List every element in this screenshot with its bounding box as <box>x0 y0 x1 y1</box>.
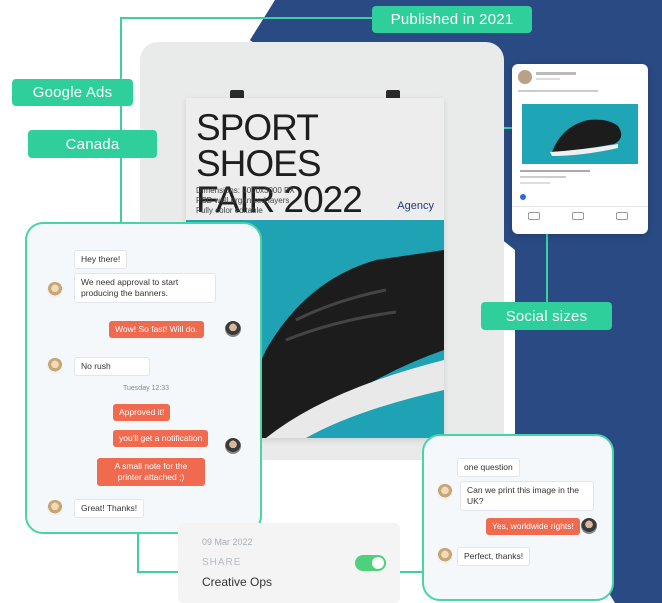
chat-message: Hey there! <box>74 250 128 269</box>
text-placeholder <box>520 170 590 172</box>
share-date: 09 Mar 2022 <box>202 537 253 547</box>
poster-meta-line: PSD well organized layers <box>196 196 290 205</box>
poster-meta-line: Fully color editable <box>196 206 263 215</box>
share-card[interactable]: 09 Mar 2022 SHARE Creative Ops <box>178 523 400 603</box>
chat-message: you'll get a notification <box>113 430 209 447</box>
like-button-icon[interactable] <box>528 212 540 220</box>
tag-published: Published in 2021 <box>372 6 532 33</box>
chat-message: Can we print this image in the UK? <box>460 481 594 511</box>
comment-button-icon[interactable] <box>572 212 584 220</box>
social-image <box>522 104 638 164</box>
text-placeholder <box>520 182 550 184</box>
like-icon <box>520 194 526 200</box>
chat-message: Approved it! <box>113 404 171 421</box>
social-post-preview[interactable] <box>512 64 648 234</box>
text-placeholder <box>518 90 598 92</box>
avatar <box>225 438 241 454</box>
connector-line <box>120 17 122 222</box>
poster-meta-line: Dimensions: 4000x3000 PX <box>196 186 295 195</box>
chat-message: Perfect, thanks! <box>457 547 531 566</box>
share-toggle[interactable] <box>355 555 386 571</box>
text-placeholder <box>536 78 560 80</box>
share-action: SHARE <box>202 557 242 568</box>
avatar <box>437 484 453 500</box>
chat-message: one question <box>457 458 520 477</box>
chat-panel: one question Can we print this image in … <box>422 434 614 601</box>
chat-message: We need approval to start producing the … <box>74 273 216 303</box>
connector-line <box>137 571 179 573</box>
chat-message: Yes, worldwide rights! <box>486 518 580 535</box>
chat-message: A small note for the printer attached ;) <box>97 458 205 486</box>
text-placeholder <box>536 72 576 75</box>
poster-meta: Dimensions: 4000x3000 PX PSD well organi… <box>196 186 295 216</box>
chat-message: Great! Thanks! <box>74 499 145 518</box>
avatar <box>518 70 532 84</box>
avatar <box>47 282 63 298</box>
avatar <box>47 358 63 374</box>
toggle-knob <box>372 557 384 569</box>
connector-line <box>137 530 139 572</box>
poster-title-line: SPORT SHOES <box>196 107 322 184</box>
tag-google-ads: Google Ads <box>12 79 133 106</box>
share-label: Creative Ops <box>202 575 273 589</box>
divider <box>512 206 648 207</box>
chat-panel: Hey there! We need approval to start pro… <box>25 222 262 534</box>
text-placeholder <box>520 176 566 178</box>
tag-canada: Canada <box>28 130 157 158</box>
share-button-icon[interactable] <box>616 212 628 220</box>
chat-message: No rush <box>74 357 150 376</box>
avatar <box>581 518 597 534</box>
connector-line <box>400 571 424 573</box>
connector-line <box>546 234 548 302</box>
avatar <box>225 321 241 337</box>
avatar <box>437 548 453 564</box>
chat-timestamp: Tuesday 12:33 <box>123 385 170 392</box>
tag-social-sizes: Social sizes <box>481 302 612 330</box>
connector-line <box>120 17 375 19</box>
poster-agency: Agency <box>397 200 434 212</box>
avatar <box>47 500 63 516</box>
shoe-icon <box>550 119 622 156</box>
chat-message: Wow! So fast! Will do. <box>109 321 204 338</box>
